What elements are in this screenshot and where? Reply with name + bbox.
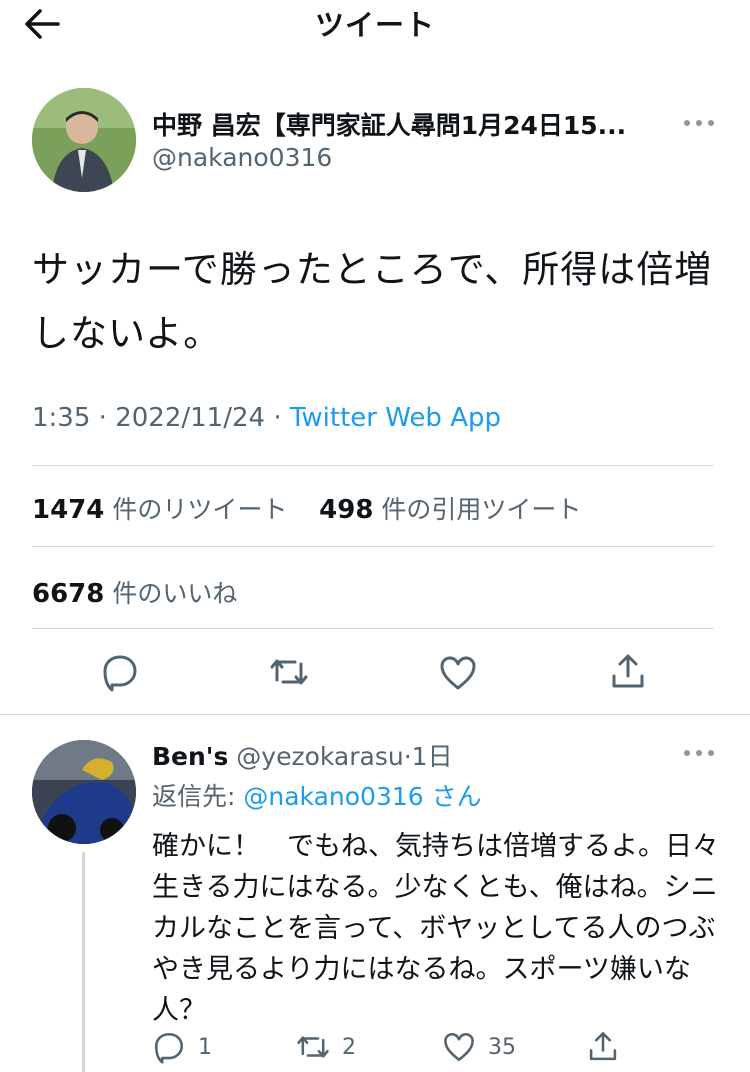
quotes-stat[interactable]: 498 件の引用ツイート xyxy=(319,495,581,525)
more-icon[interactable] xyxy=(682,118,716,128)
reply-retweet-button[interactable]: 2 xyxy=(296,1030,356,1064)
reply-header: Ben's @yezokarasu·1日 xyxy=(152,742,453,771)
retweet-icon[interactable] xyxy=(269,652,309,692)
author-name[interactable]: 中野 昌宏【専門家証人尋問1月24日15... xyxy=(152,106,692,142)
author-avatar[interactable] xyxy=(32,88,136,192)
reply-author-avatar[interactable] xyxy=(32,740,136,844)
reply-share-button[interactable] xyxy=(586,1030,620,1064)
share-icon[interactable] xyxy=(608,652,648,692)
reply-text: 確かに！ でもね、気持ちは倍増するよ。日々生きる力にはなる。少なくとも、俺はね。… xyxy=(152,831,719,1026)
tweet-text: サッカーで勝ったところで、所得は倍増しないよ。 xyxy=(32,248,713,355)
retweet-icon xyxy=(297,1036,329,1058)
reply-to: 返信先: @nakano0316 さん xyxy=(152,782,482,811)
divider xyxy=(32,465,714,466)
likes-stat[interactable]: 6678 件のいいね xyxy=(32,574,237,610)
divider xyxy=(32,546,714,547)
author-handle[interactable]: @nakano0316 xyxy=(152,143,332,172)
tweet-time: 1:35 xyxy=(32,403,91,433)
thread-line xyxy=(82,852,85,1072)
retweets-stat[interactable]: 1474 件のリツイート xyxy=(32,495,287,525)
reply-author-name[interactable]: Ben's xyxy=(152,742,228,771)
tweet-meta: 1:35 · 2022/11/24 · Twitter Web App xyxy=(32,403,501,433)
page-title: ツイート xyxy=(314,8,435,42)
like-count: 35 xyxy=(488,1034,516,1060)
reply-icon[interactable] xyxy=(100,652,140,692)
reply-icon xyxy=(154,1032,184,1064)
tweet-source[interactable]: Twitter Web App xyxy=(290,403,501,433)
reply-reply-button[interactable]: 1 xyxy=(152,1030,212,1064)
reply-author-handle[interactable]: @yezokarasu xyxy=(236,742,403,771)
retweet-count: 2 xyxy=(342,1034,356,1060)
reply-like-button[interactable]: 35 xyxy=(442,1030,516,1064)
tweet-date: 2022/11/24 xyxy=(115,403,266,433)
stats-row: 1474 件のリツイート 498 件の引用ツイート xyxy=(32,490,581,526)
like-icon xyxy=(444,1032,474,1062)
header-bar: ツイート xyxy=(0,0,750,50)
divider xyxy=(32,628,714,629)
share-icon xyxy=(589,1032,617,1061)
divider xyxy=(0,714,750,715)
reply-to-mention[interactable]: @nakano0316 さん xyxy=(243,782,481,811)
more-icon[interactable] xyxy=(682,748,716,758)
reply-age: 1日 xyxy=(411,742,453,771)
like-icon[interactable] xyxy=(438,653,478,693)
reply-count: 1 xyxy=(198,1034,212,1060)
